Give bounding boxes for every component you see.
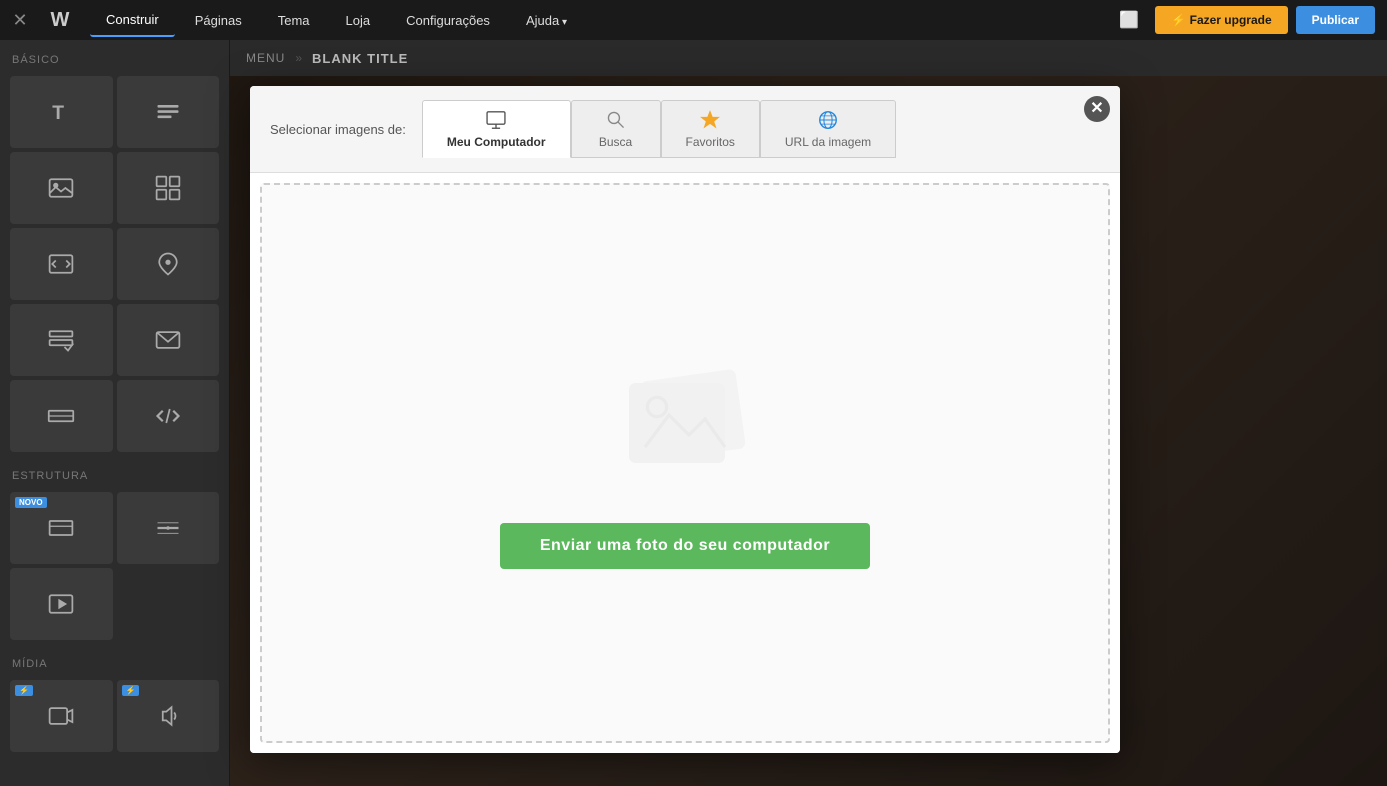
image-select-modal: ✕ Selecionar imagens de: Meu C	[250, 86, 1120, 753]
nav-ajuda[interactable]: Ajuda	[510, 5, 583, 36]
sidebar-item-mail[interactable]	[117, 304, 220, 376]
tab-favoritos[interactable]: Favoritos	[661, 100, 760, 158]
code-icon	[154, 402, 182, 430]
sidebar-item-image[interactable]	[10, 152, 113, 224]
grid-icon	[154, 174, 182, 202]
breadcrumb-menu: MENU	[246, 51, 285, 65]
image-embed-icon	[47, 250, 75, 278]
section-icon	[47, 514, 75, 542]
sidebar-item-grid[interactable]	[117, 152, 220, 224]
nav-configuracoes[interactable]: Configurações	[390, 5, 506, 36]
bolt-audio-icon	[154, 702, 182, 730]
sidebar-item-image-embed[interactable]	[10, 228, 113, 300]
mail-icon	[154, 326, 182, 354]
sidebar-basic-grid: T	[0, 72, 229, 456]
nav-tema[interactable]: Tema	[262, 5, 326, 36]
sidebar-item-embed[interactable]	[10, 568, 113, 640]
modal-header-label: Selecionar imagens de:	[270, 122, 406, 137]
search-tab-icon	[605, 109, 627, 131]
image-icon	[47, 174, 75, 202]
sidebar-item-bolt-video[interactable]: ⚡	[10, 680, 113, 752]
svg-text:T: T	[53, 103, 65, 124]
upload-placeholder-icon	[605, 358, 765, 493]
modal-close-button[interactable]: ✕	[1084, 96, 1110, 122]
bolt-video-icon	[47, 702, 75, 730]
section-structure-label: ESTRUTURA	[0, 456, 229, 488]
tab-url-imagem[interactable]: URL da imagem	[760, 100, 896, 158]
main-layout: BÁSICO T	[0, 40, 1387, 786]
strip-icon	[47, 402, 75, 430]
breadcrumb-title: BLANK TITLE	[312, 51, 408, 66]
divider-icon	[154, 514, 182, 542]
nav-construir[interactable]: Construir	[90, 4, 175, 37]
upload-area[interactable]: Enviar uma foto do seu computador	[260, 183, 1110, 743]
breadcrumb-separator: »	[295, 51, 302, 65]
publish-button[interactable]: Publicar	[1296, 6, 1375, 34]
upload-button[interactable]: Enviar uma foto do seu computador	[500, 523, 870, 569]
breadcrumb: MENU » BLANK TITLE	[230, 40, 1387, 76]
sidebar-item-strip[interactable]	[10, 380, 113, 452]
section-basic-label: BÁSICO	[0, 40, 229, 72]
computer-icon	[485, 109, 507, 131]
topbar-nav: Construir Páginas Tema Loja Configuraçõe…	[80, 4, 1111, 37]
novo-badge: NOVO	[15, 497, 47, 508]
content-area[interactable]: MENU » BLANK TITLE ✕ Selecionar imagens …	[230, 40, 1387, 786]
form-icon	[47, 326, 75, 354]
globe-icon	[817, 109, 839, 131]
topbar: ✕ W Construir Páginas Tema Loja Configur…	[0, 0, 1387, 40]
topbar-right: ⬜ ⚡ Fazer upgrade Publicar	[1111, 6, 1387, 34]
sidebar-item-divider[interactable]	[117, 492, 220, 564]
upgrade-button[interactable]: ⚡ Fazer upgrade	[1155, 6, 1287, 34]
nav-paginas[interactable]: Páginas	[179, 5, 258, 36]
nav-loja[interactable]: Loja	[330, 5, 387, 36]
monitor-icon[interactable]: ⬜	[1111, 10, 1147, 30]
tab-busca[interactable]: Busca	[571, 100, 661, 158]
modal-tabs: Meu Computador Busca	[422, 100, 896, 158]
sidebar-item-section[interactable]: NOVO	[10, 492, 113, 564]
paragraph-icon	[154, 98, 182, 126]
bolt-audio-badge: ⚡	[122, 685, 140, 696]
sidebar: BÁSICO T	[0, 40, 230, 786]
map-pin-icon	[154, 250, 182, 278]
sidebar-item-map[interactable]	[117, 228, 220, 300]
modal-header: Selecionar imagens de: Meu Computador	[250, 86, 1120, 173]
sidebar-structure-grid: NOVO	[0, 488, 229, 644]
sidebar-item-form[interactable]	[10, 304, 113, 376]
tab-meu-computador[interactable]: Meu Computador	[422, 100, 571, 158]
bolt-video-badge: ⚡	[15, 685, 33, 696]
star-icon	[699, 109, 721, 131]
modal-body: Enviar uma foto do seu computador	[250, 173, 1120, 753]
text-icon: T	[47, 98, 75, 126]
section-media-label: MÍDIA	[0, 644, 229, 676]
sidebar-item-text[interactable]: T	[10, 76, 113, 148]
sidebar-item-bolt-audio[interactable]: ⚡	[117, 680, 220, 752]
modal-overlay: ✕ Selecionar imagens de: Meu C	[230, 76, 1387, 786]
sidebar-item-paragraph[interactable]	[117, 76, 220, 148]
logo: W	[40, 0, 80, 40]
embed-icon	[47, 590, 75, 618]
close-button[interactable]: ✕	[0, 0, 40, 40]
sidebar-media-grid: ⚡ ⚡	[0, 676, 229, 756]
sidebar-item-code[interactable]	[117, 380, 220, 452]
